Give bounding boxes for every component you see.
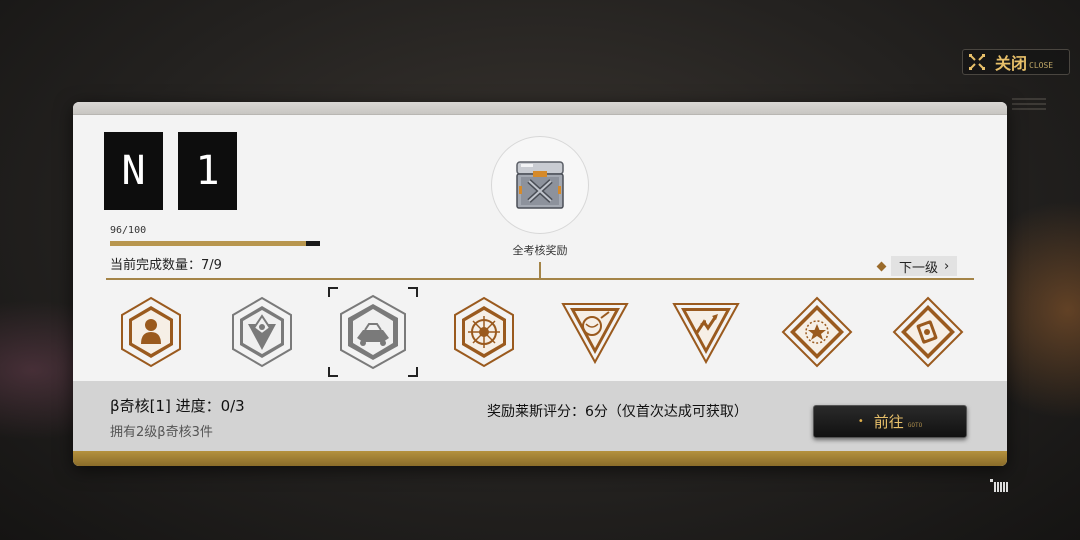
arrows-badge-icon	[672, 303, 740, 365]
badge-compass[interactable]	[444, 292, 524, 372]
selection-corner-bl	[328, 367, 338, 377]
card-badge-icon	[892, 296, 964, 368]
emblem-badge-icon	[232, 296, 292, 368]
chest-icon	[516, 161, 564, 209]
badge-emblem[interactable]	[222, 292, 302, 372]
reward-button[interactable]	[491, 136, 589, 234]
rank-number-tile: 1	[178, 132, 237, 210]
grid-corner-icon	[990, 479, 1008, 492]
assessment-panel: N 1 96/100 当前完成数量：7/9 全考核奖励 下一级 › β奇核[1]…	[73, 102, 1007, 466]
divider	[106, 278, 974, 280]
panel-header-strip	[73, 102, 1007, 115]
goto-label: 前往	[873, 413, 904, 431]
completion-count: 当前完成数量：7/9	[110, 258, 222, 273]
menu-lines-icon	[1012, 98, 1046, 112]
close-label: 关闭	[995, 54, 1028, 73]
close-button[interactable]: 关闭 CLOSE	[962, 49, 1070, 75]
vehicle-badge-icon	[340, 294, 406, 370]
chevron-right-icon: ›	[944, 258, 950, 274]
task-info-bar: β奇核[1] 进度：0/3 拥有2级β奇核3件 奖励莱斯评分：6分（仅首次达成可…	[73, 381, 1007, 451]
panel-footer-strip	[73, 451, 1007, 466]
goto-button[interactable]: • 前往 GOTO	[813, 405, 967, 438]
selection-corner-tr	[408, 287, 418, 297]
selection-corner-br	[408, 367, 418, 377]
progress-fill	[110, 241, 306, 246]
dot-icon: •	[857, 416, 864, 427]
badge-star[interactable]	[777, 292, 857, 372]
task-subtitle: 拥有2级β奇核3件	[110, 425, 213, 440]
badge-person[interactable]	[111, 292, 191, 372]
reward-label: 全考核奖励	[512, 244, 568, 257]
diamond-icon	[876, 261, 887, 271]
close-sublabel: CLOSE	[1029, 60, 1054, 70]
selection-corner-tl	[328, 287, 338, 297]
star-badge-icon	[781, 296, 853, 368]
next-level-label: 下一级	[899, 260, 939, 276]
goto-sublabel: GOTO	[907, 422, 923, 429]
next-level-button[interactable]: 下一级 ›	[876, 255, 968, 277]
reward-connector	[539, 262, 541, 278]
rank-letter-tile: N	[104, 132, 163, 210]
compass-badge-icon	[454, 296, 514, 368]
badge-arrows[interactable]	[666, 292, 746, 372]
orb-badge-icon	[561, 303, 629, 365]
task-title: β奇核[1] 进度：0/3	[110, 397, 245, 415]
person-badge-icon	[121, 296, 181, 368]
badge-card[interactable]	[888, 292, 968, 372]
badge-orb[interactable]	[555, 292, 635, 372]
close-icon	[969, 54, 985, 70]
reward-description: 奖励莱斯评分：6分（仅首次达成可获取）	[487, 404, 748, 420]
badge-vehicle[interactable]	[333, 292, 413, 372]
score-text: 96/100	[110, 225, 147, 236]
progress-bar	[110, 241, 320, 246]
